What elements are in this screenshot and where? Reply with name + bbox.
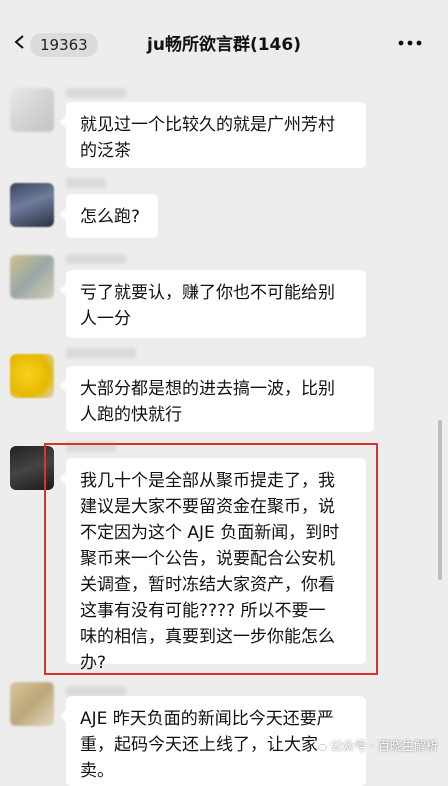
chat-header: 19363 ju畅所欲言群(146) [0, 0, 448, 70]
avatar[interactable] [10, 354, 54, 398]
highlight-box [44, 443, 378, 675]
watermark-text: 公众号 · 百晓生解析 [330, 739, 438, 753]
message-bubble[interactable]: 亏了就要认，赚了你也不可能给别 人一分 [60, 270, 366, 338]
message-bubble[interactable]: 就见过一个比较久的就是广州芳村 的泛茶 [60, 102, 366, 168]
avatar[interactable] [10, 255, 54, 299]
watermark: 公众号 · 百晓生解析 [313, 737, 438, 754]
wechat-icon [313, 740, 327, 751]
more-options-icon[interactable] [398, 39, 422, 47]
avatar[interactable] [10, 88, 54, 132]
sender-name [66, 254, 126, 264]
avatar[interactable] [10, 183, 54, 227]
avatar[interactable] [10, 682, 54, 726]
sender-name [66, 686, 126, 696]
sender-name [66, 178, 106, 188]
scrollbar[interactable] [438, 420, 442, 580]
message-bubble[interactable]: 大部分都是想的进去搞一波，比别 人跑的快就行 [60, 366, 374, 432]
chat-title: ju畅所欲言群(146) [147, 35, 301, 55]
message-bubble[interactable]: 怎么跑? [60, 194, 158, 238]
sender-name [66, 348, 136, 358]
sender-name [66, 88, 126, 98]
